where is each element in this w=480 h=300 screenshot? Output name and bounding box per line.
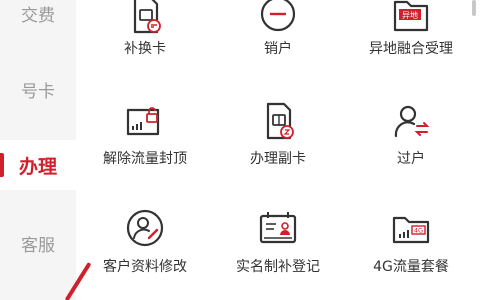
remote-folder-icon: 异地 — [393, 0, 429, 32]
minus-circle-icon — [260, 0, 296, 32]
service-lift-data-cap[interactable]: 解除流量封顶 — [78, 100, 212, 200]
service-label: 办理副卡 — [250, 151, 306, 167]
service-replace-card[interactable]: 补换卡 — [78, 0, 212, 100]
service-label: 4G流量套餐 — [373, 259, 449, 275]
service-label: 客户资料修改 — [103, 259, 187, 275]
service-transfer[interactable]: 过户 — [344, 100, 478, 200]
sidebar-item-label: 交费 — [21, 5, 55, 26]
service-cancel-account[interactable]: 销户 — [211, 0, 345, 100]
data-plan-folder-icon: 4G — [392, 216, 430, 244]
plan-badge: 4G — [414, 227, 423, 235]
unlock-traffic-card-icon — [126, 107, 160, 136]
secondary-sim-icon — [266, 102, 294, 140]
service-label: 过户 — [397, 151, 425, 167]
service-grid: 补换卡 销户 异地 异地融合受理 解除流量封顶 办理副卡 过户 客户资料修改 实… — [76, 0, 480, 300]
active-indicator — [0, 153, 4, 177]
sidebar-item-customer-service[interactable]: 客服 — [0, 218, 76, 268]
sidebar-item-handle[interactable]: 办理 — [0, 140, 76, 190]
service-4g-data-plan[interactable]: 4G 4G流量套餐 — [344, 200, 478, 300]
service-real-name-registration[interactable]: 实名制补登记 — [211, 200, 345, 300]
service-edit-customer-info[interactable]: 客户资料修改 — [78, 200, 212, 300]
service-remote-fusion[interactable]: 异地 异地融合受理 — [344, 0, 478, 100]
service-secondary-card[interactable]: 办理副卡 — [211, 100, 345, 200]
service-label: 解除流量封顶 — [103, 151, 187, 167]
service-label: 销户 — [264, 41, 292, 57]
id-card-icon — [259, 212, 297, 244]
service-label: 异地融合受理 — [369, 41, 453, 57]
user-edit-icon — [126, 209, 164, 247]
sim-card-swap-icon — [133, 0, 161, 34]
user-transfer-icon — [394, 105, 430, 138]
sidebar-item-label: 客服 — [21, 235, 55, 256]
sidebar-item-payment[interactable]: 交费 — [0, 0, 76, 38]
service-label: 补换卡 — [124, 41, 166, 57]
folder-badge: 异地 — [402, 10, 418, 20]
sidebar-item-label: 号卡 — [21, 81, 55, 102]
sidebar-item-label: 办理 — [18, 155, 57, 178]
category-sidebar: 交费 号卡 办理 客服 — [0, 0, 76, 300]
scrollbar[interactable] — [472, 0, 476, 16]
sidebar-item-number-card[interactable]: 号卡 — [0, 64, 76, 114]
service-label: 实名制补登记 — [236, 259, 320, 275]
